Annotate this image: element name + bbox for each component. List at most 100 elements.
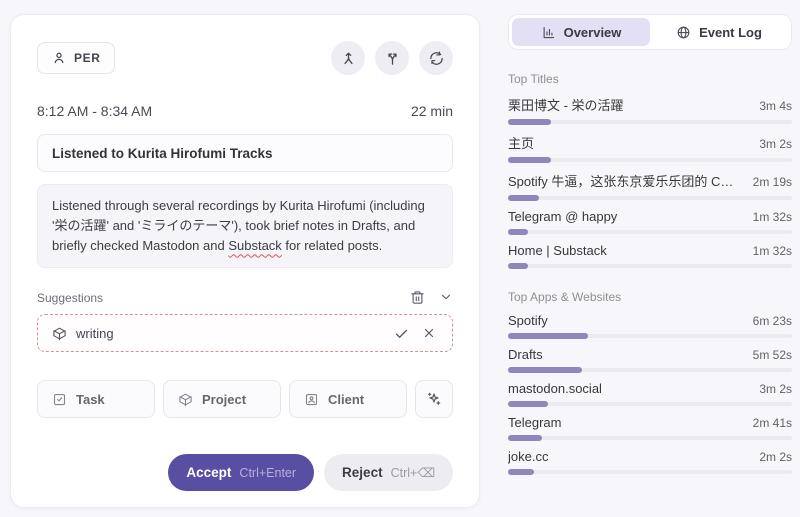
title-stat-row: Telegram @ happy 1m 32s — [508, 209, 792, 234]
reject-label: Reject — [342, 465, 383, 480]
refresh-button[interactable] — [419, 41, 453, 75]
check-icon — [394, 326, 409, 341]
time-row: 8:12 AM - 8:34 AM 22 min — [37, 103, 453, 119]
progress-track — [508, 264, 792, 268]
top-apps-section: Top Apps & Websites Spotify 6m 23s Drafts… — [508, 290, 792, 474]
person-icon — [52, 51, 66, 65]
trash-icon — [410, 290, 425, 305]
merge-button[interactable] — [331, 41, 365, 75]
entry-type-label: PER — [74, 51, 100, 65]
stat-duration: 2m 2s — [759, 450, 792, 464]
progress-track — [508, 436, 792, 440]
progress-track — [508, 230, 792, 234]
stat-title: mastodon.social — [508, 381, 602, 396]
duration-label: 22 min — [411, 103, 453, 119]
stat-title: Drafts — [508, 347, 543, 362]
stat-title: Spotify 牛逼，这张东京爱乐乐团的 CD，演奏... — [508, 171, 743, 190]
ai-suggest-button[interactable] — [415, 380, 453, 418]
stat-duration: 3m 4s — [759, 99, 792, 113]
project-box-icon — [178, 392, 193, 407]
stat-duration: 3m 2s — [759, 137, 792, 151]
add-project-button[interactable]: Project — [163, 380, 281, 418]
delete-suggestions-button[interactable] — [410, 290, 425, 305]
title-stat-row: 栗田博文 - 栄の活躍 3m 4s — [508, 95, 792, 124]
dismiss-suggestion-button[interactable] — [420, 324, 438, 342]
project-button-label: Project — [202, 392, 246, 407]
stat-title: Spotify — [508, 313, 548, 328]
bar-chart-icon — [541, 25, 556, 40]
stat-duration: 6m 23s — [753, 314, 792, 328]
progress-fill — [508, 435, 542, 441]
stat-title: Telegram — [508, 415, 561, 430]
progress-fill — [508, 157, 551, 163]
progress-track — [508, 470, 792, 474]
progress-fill — [508, 263, 528, 269]
add-task-button[interactable]: Task — [37, 380, 155, 418]
top-apps-heading: Top Apps & Websites — [508, 290, 792, 304]
accept-label: Accept — [186, 465, 231, 480]
progress-fill — [508, 469, 534, 475]
app-stat-row: Telegram2m 41s — [508, 415, 792, 440]
top-titles-section: Top Titles 栗田博文 - 栄の活躍 3m 4s 主页 3m 2s Spot… — [508, 72, 792, 268]
sparkles-icon — [426, 391, 442, 407]
merge-icon — [341, 51, 356, 66]
progress-track — [508, 120, 792, 124]
progress-fill — [508, 333, 588, 339]
stat-title: Telegram @ happy — [508, 209, 617, 224]
progress-fill — [508, 195, 539, 201]
stat-duration: 1m 32s — [753, 210, 792, 224]
entry-type-badge[interactable]: PER — [37, 42, 115, 74]
progress-fill — [508, 229, 528, 235]
stat-title: Home | Substack — [508, 243, 607, 258]
suggestion-text: writing — [76, 326, 114, 341]
refresh-icon — [429, 51, 444, 66]
panel-tabs: Overview Event Log — [508, 14, 792, 50]
top-titles-heading: Top Titles — [508, 72, 792, 86]
split-button[interactable] — [375, 41, 409, 75]
progress-track — [508, 334, 792, 338]
project-icon — [52, 326, 67, 341]
progress-track — [508, 368, 792, 372]
progress-track — [508, 402, 792, 406]
time-range: 8:12 AM - 8:34 AM — [37, 103, 152, 119]
assign-row: Task Project Client — [37, 380, 453, 418]
task-checkbox-icon — [52, 392, 67, 407]
add-client-button[interactable]: Client — [289, 380, 407, 418]
progress-fill — [508, 401, 548, 407]
stat-title: 栗田博文 - 栄の活躍 — [508, 95, 624, 114]
card-header: PER — [37, 41, 453, 75]
title-stat-row: 主页 3m 2s — [508, 133, 792, 162]
tab-overview[interactable]: Overview — [512, 18, 650, 46]
app-stat-row: Spotify 6m 23s — [508, 313, 792, 338]
description-text-end: for related posts. — [282, 238, 382, 253]
title-stat-row: Home | Substack1m 32s — [508, 243, 792, 268]
close-icon — [422, 326, 436, 340]
collapse-suggestions-button[interactable] — [439, 290, 453, 305]
stat-duration: 2m 19s — [753, 175, 792, 189]
title-stat-row: Spotify 牛逼，这张东京爱乐乐团的 CD，演奏... 2m 19s — [508, 171, 792, 200]
stat-duration: 3m 2s — [759, 382, 792, 396]
app-stat-row: Drafts 5m 52s — [508, 347, 792, 372]
tab-event-log-label: Event Log — [699, 25, 762, 40]
cta-row: Accept Ctrl+Enter Reject Ctrl+⌫ — [37, 454, 453, 491]
split-icon — [385, 51, 400, 66]
accept-button[interactable]: Accept Ctrl+Enter — [168, 454, 314, 491]
stat-duration: 5m 52s — [753, 348, 792, 362]
client-icon — [304, 392, 319, 407]
entry-actions — [331, 41, 453, 75]
progress-track — [508, 158, 792, 162]
reject-button[interactable]: Reject Ctrl+⌫ — [324, 454, 453, 491]
reject-shortcut: Ctrl+⌫ — [391, 465, 435, 480]
app-stat-row: joke.cc2m 2s — [508, 449, 792, 474]
progress-fill — [508, 119, 551, 125]
entry-description[interactable]: Listened through several recordings by K… — [37, 184, 453, 268]
tab-event-log[interactable]: Event Log — [650, 18, 788, 46]
globe-icon — [676, 25, 691, 40]
progress-track — [508, 196, 792, 200]
suggestion-chip[interactable]: writing — [37, 314, 453, 352]
accept-suggestion-button[interactable] — [392, 324, 411, 343]
suggestions-label: Suggestions — [37, 291, 103, 305]
entry-title-input[interactable] — [37, 134, 453, 172]
stat-title: 主页 — [508, 133, 534, 152]
suggestions-header: Suggestions — [37, 290, 453, 305]
